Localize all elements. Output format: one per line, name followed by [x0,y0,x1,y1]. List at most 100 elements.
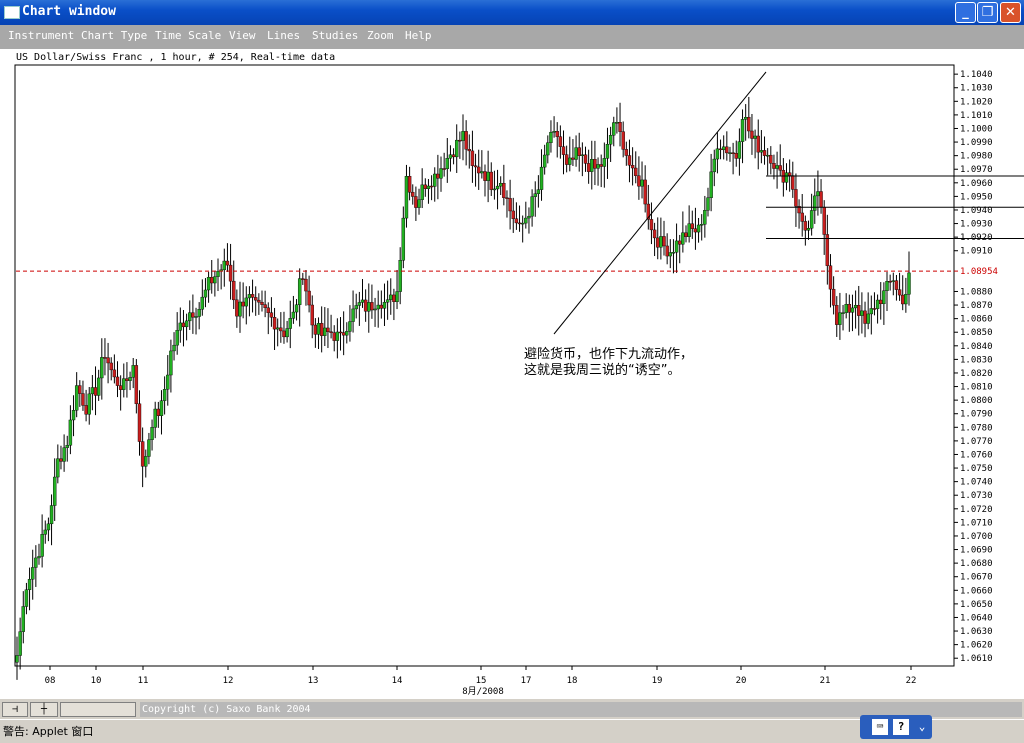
y-tick-label: 1.0780 [960,423,993,433]
candle-body [426,185,431,189]
candle-body [313,324,318,335]
candle-body [442,168,446,170]
candle-body [850,307,855,313]
candle-body [467,149,471,152]
candle-body [247,294,252,299]
candle-body [216,270,220,277]
candle-body [630,165,635,169]
candle-body [203,289,208,298]
candle-body [649,219,654,231]
candle-body [134,365,139,405]
y-tick-label: 1.0910 [960,247,993,257]
candle-body [206,277,211,291]
applet-warning: 警告: Applet 窗口 [3,725,94,738]
candle-body [511,210,515,219]
candle-body [480,171,484,174]
candle-body [307,290,311,306]
annotation-line-2: 这就是我周三说的“诱空”。 [524,363,681,378]
candle-body [31,567,35,580]
candle-body [112,369,117,378]
candle-body [882,290,886,305]
candle-body [596,164,600,169]
y-tick-label: 1.0670 [960,573,993,583]
candle-body [831,288,836,306]
candle-body [279,327,283,332]
pin-button[interactable]: ⊣ [2,702,28,717]
candle-body [599,164,603,167]
candle-body [794,189,798,207]
candle-body [891,280,895,282]
candle-body [389,294,393,300]
candle-body [125,378,129,381]
candle-body [803,221,808,231]
candle-body [659,236,663,248]
candle-body [762,150,767,156]
candle-body [354,305,358,310]
candle-body [451,154,456,158]
candle-body [875,299,880,309]
candle-body [838,312,842,325]
candle-body [407,176,412,193]
candle-body [429,185,434,188]
candle-body [445,158,449,170]
candle-body [561,146,566,155]
x-tick-label: 14 [392,676,403,686]
candle-body [260,301,264,305]
candle-body [404,176,409,219]
candle-body [162,389,167,401]
candle-body [458,139,462,142]
candle-body [508,198,512,212]
candle-body [678,240,682,245]
candle-body [731,152,735,154]
candle-body [885,281,889,291]
candle-body [65,445,69,448]
y-tick-label: 1.0970 [960,165,993,175]
candle-body [254,297,258,301]
candle-body [495,185,500,190]
candle-body [558,136,563,147]
candle-body [853,305,858,309]
candle-body [520,222,525,225]
candle-body [71,410,76,421]
candle-body [46,523,51,531]
candle-body [809,210,814,229]
candle-body [448,154,453,159]
current-price-label: 1.08954 [960,267,998,277]
candlestick-chart[interactable]: 1.1040 1.1030 1.1020 1.1010 1.1000 1.0990 1.09… [0,0,1024,742]
candle-body [250,294,255,298]
candle-body [225,260,230,266]
candle-body [232,280,236,301]
crosshair-button[interactable]: ┼ [30,702,58,717]
y-tick-label: 1.0650 [960,600,993,610]
y-tick-label: 1.0680 [960,559,993,569]
candle-body [715,148,720,160]
help-icon[interactable]: ? [893,719,909,735]
candle-body [222,260,226,271]
candle-body [178,322,183,331]
candle-body [106,357,110,364]
tray-arrow-icon[interactable]: ⌄ [914,719,930,735]
candle-body [847,304,852,313]
candle-body [897,289,902,296]
candle-body [90,387,95,395]
candle-body [319,323,324,336]
candle-body [348,321,352,332]
candle-body [477,166,481,174]
candle-body [728,152,732,154]
candle-body [257,299,261,303]
candle-body [423,184,428,189]
candle-body [844,304,848,313]
keyboard-icon[interactable]: ⌨ [872,719,888,735]
candle-body [81,393,85,406]
status-field [60,702,136,717]
candle-body [392,294,396,302]
candle-body [351,308,355,322]
candle-body [341,332,346,336]
y-tick-label: 1.0740 [960,478,993,488]
x-tick-label: 15 [476,676,487,686]
candle-body [335,331,340,341]
candle-body [784,172,789,183]
candle-body [181,322,186,328]
candle-body [363,299,368,312]
candle-body [420,184,424,200]
